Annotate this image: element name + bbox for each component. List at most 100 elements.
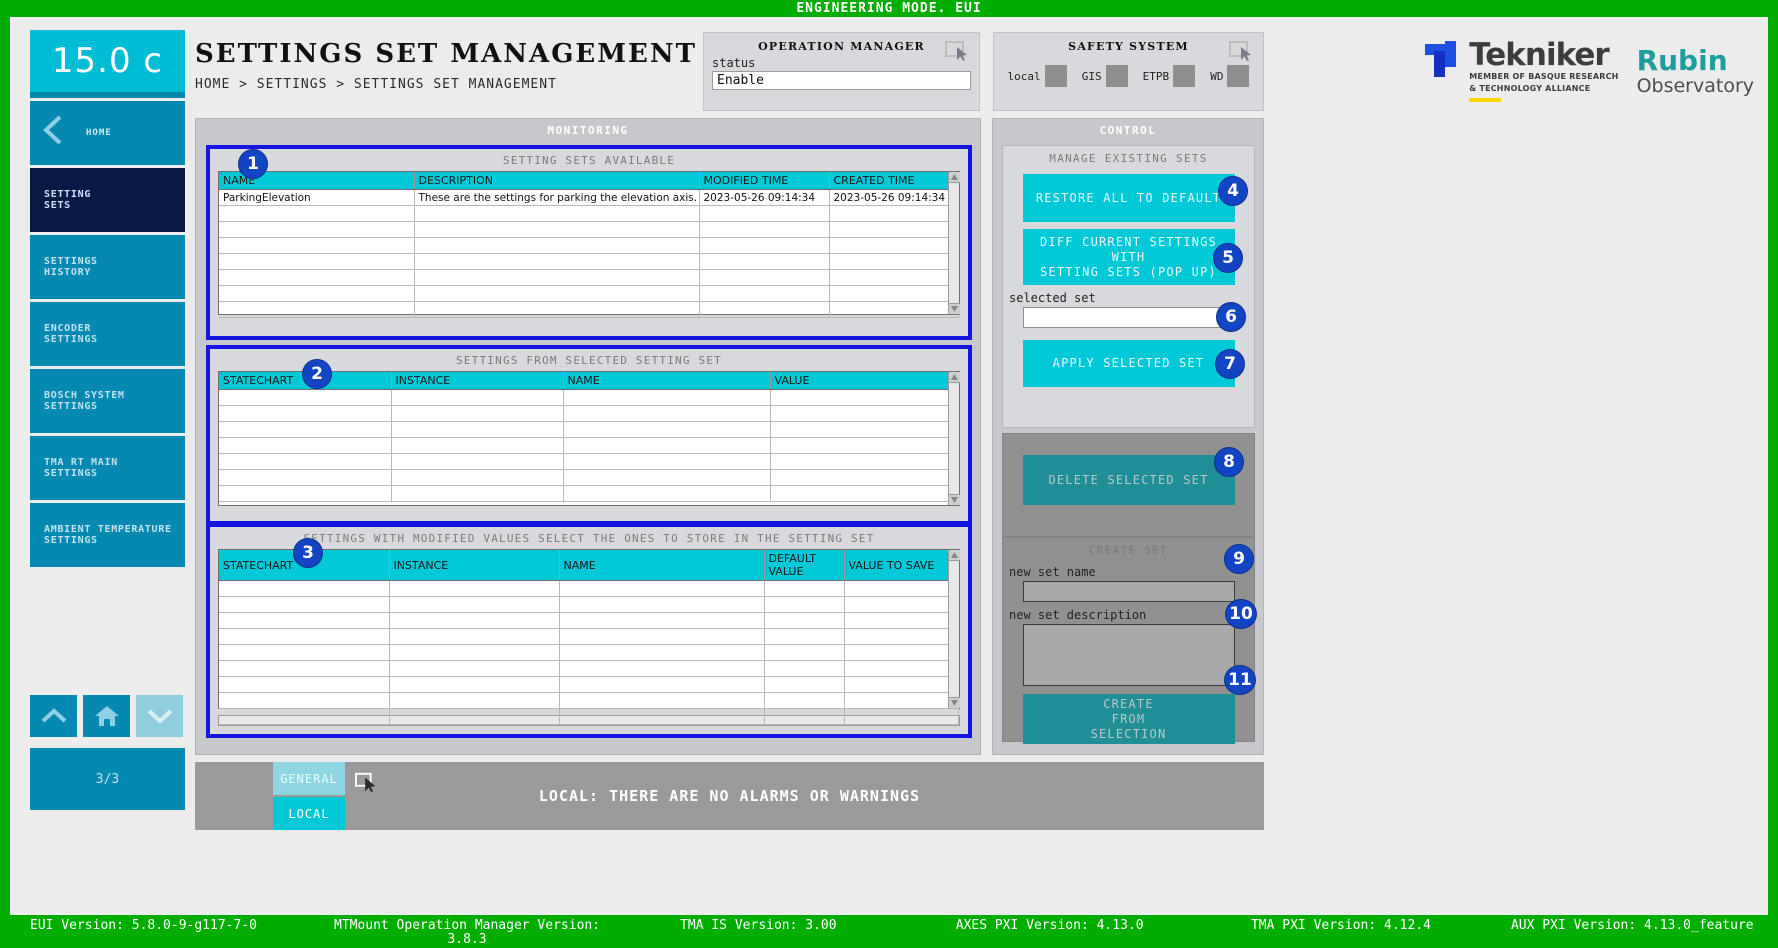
scroll-down-icon[interactable] (949, 697, 960, 708)
sidebar-item-settings-history[interactable]: SETTINGS HISTORY (30, 235, 185, 299)
alarm-cursor-select-icon[interactable] (355, 772, 379, 794)
selected-set-input[interactable] (1022, 307, 1235, 328)
table-row[interactable] (219, 269, 959, 286)
sidebar-item-home-label: HOME (86, 128, 112, 138)
vertical-scrollbar[interactable] (948, 550, 960, 708)
callout-badge-10: 10 (1225, 599, 1257, 629)
sidebar-item-home[interactable]: HOME (30, 101, 185, 165)
temperature-underline (30, 92, 185, 98)
apply-selected-set-button[interactable]: APPLY SELECTED SET (1022, 340, 1235, 387)
column-header-name[interactable]: NAME (559, 550, 765, 581)
new-set-name-input[interactable] (1022, 581, 1235, 602)
alarm-bar: LOCAL: THERE ARE NO ALARMS OR WARNINGS G… (195, 762, 1264, 842)
sidebar: 15.0 c HOME SETTING SETS SETTINGS HISTOR… (30, 30, 185, 905)
create-line3: SELECTION (1090, 726, 1167, 741)
safety-indicator-wd-led (1227, 65, 1250, 87)
table-row[interactable] (219, 389, 959, 406)
column-header-created-time[interactable]: CREATED TIME (829, 172, 959, 190)
table-row[interactable] (219, 285, 959, 302)
table-row[interactable] (219, 708, 959, 725)
sidebar-item-bosch-system-settings[interactable]: BOSCH SYSTEM SETTINGS (30, 369, 185, 433)
column-header-value[interactable]: VALUE (770, 372, 959, 390)
callout-badge-7: 7 (1215, 349, 1245, 379)
tab-general[interactable]: GENERAL (273, 762, 345, 795)
table-row[interactable] (219, 644, 959, 661)
column-header-default-value[interactable]: DEFAULT VALUE (764, 550, 845, 581)
table-row[interactable] (219, 676, 959, 693)
table-row[interactable] (219, 221, 959, 238)
sidebar-item-tma-rt-main-settings-line1: TMA RT MAIN (44, 457, 118, 468)
safety-indicator-gis-label: GIS (1081, 69, 1102, 83)
home-button[interactable] (83, 695, 130, 737)
safety-indicator-etpb-label: ETPB (1142, 69, 1170, 83)
create-from-selection-button[interactable]: CREATE FROM SELECTION (1022, 694, 1235, 744)
table-row[interactable] (219, 612, 959, 629)
new-set-description-input[interactable] (1022, 624, 1235, 686)
table-row[interactable] (219, 692, 959, 709)
delete-selected-set-button[interactable]: DELETE SELECTED SET (1022, 455, 1235, 505)
safety-cursor-select-icon[interactable] (1229, 41, 1255, 61)
table-row[interactable] (219, 253, 959, 270)
safety-indicator-local: local (1008, 65, 1067, 87)
restore-all-to-default-button[interactable]: RESTORE ALL TO DEFAULT (1022, 174, 1235, 222)
table-row[interactable] (219, 469, 959, 486)
column-header-name[interactable]: NAME (563, 372, 771, 390)
table-row[interactable] (219, 205, 959, 222)
chevron-down-icon (146, 707, 174, 725)
table-row[interactable] (219, 301, 959, 318)
column-header-modified-time[interactable]: MODIFIED TIME (699, 172, 830, 190)
sidebar-item-ambient-temperature-settings[interactable]: AMBIENT TEMPERATURE SETTINGS (30, 503, 185, 567)
scroll-down-icon[interactable] (949, 494, 960, 505)
setting-sets-available-grid[interactable]: NAME DESCRIPTION MODIFIED TIME CREATED T… (218, 171, 960, 318)
table-row[interactable] (219, 437, 959, 454)
sidebar-item-bosch-system-settings-line1: BOSCH SYSTEM (44, 390, 125, 401)
monitoring-title: MONITORING (547, 124, 629, 137)
page-down-button[interactable] (136, 695, 183, 737)
tab-local[interactable]: LOCAL (273, 797, 345, 830)
scroll-up-icon[interactable] (949, 372, 960, 383)
sidebar-item-tma-rt-main-settings[interactable]: TMA RT MAIN SETTINGS (30, 436, 185, 500)
settings-modified-caption: SETTINGS WITH MODIFIED VALUES SELECT THE… (303, 532, 875, 545)
breadcrumb: HOME > SETTINGS > SETTINGS SET MANAGEMEN… (195, 77, 557, 92)
column-header-value-to-save[interactable]: VALUE TO SAVE (844, 550, 959, 581)
scroll-down-icon[interactable] (949, 303, 960, 314)
tekniker-sub-line2: & TECHNOLOGY ALLIANCE (1469, 84, 1591, 93)
column-header-instance[interactable]: INSTANCE (389, 550, 560, 581)
table-row[interactable]: ParkingElevation These are the settings … (219, 189, 959, 206)
table-row[interactable] (219, 485, 959, 502)
sidebar-item-bosch-system-settings-line2: SETTINGS (44, 401, 98, 412)
table-row[interactable] (219, 405, 959, 422)
vertical-scrollbar[interactable] (948, 372, 960, 505)
sidebar-item-encoder-settings[interactable]: ENCODER SETTINGS (30, 302, 185, 366)
callout-badge-6: 6 (1216, 302, 1246, 332)
table-row[interactable] (219, 580, 959, 597)
control-title: CONTROL (1099, 124, 1157, 137)
scroll-up-icon[interactable] (949, 172, 960, 183)
delete-selected-set-label: DELETE SELECTED SET (1048, 472, 1209, 487)
setting-sets-available-block: SETTING SETS AVAILABLE NAME DESCRIPTION … (206, 145, 972, 340)
sidebar-item-setting-sets[interactable]: SETTING SETS (30, 168, 185, 232)
column-header-description[interactable]: DESCRIPTION (414, 172, 700, 190)
table-row[interactable] (219, 660, 959, 677)
sidebar-item-tma-rt-main-settings-line2: SETTINGS (44, 468, 98, 479)
sidebar-item-encoder-settings-line2: SETTINGS (44, 334, 98, 345)
table-row[interactable] (219, 237, 959, 254)
page-up-button[interactable] (30, 695, 77, 737)
table-row[interactable] (219, 421, 959, 438)
table-row[interactable] (219, 453, 959, 470)
table-row[interactable] (219, 628, 959, 645)
sidebar-item-settings-history-line2: HISTORY (44, 267, 92, 278)
cursor-select-icon[interactable] (945, 41, 971, 61)
version-axes-pxi: AXES PXI Version: 4.13.0 (955, 918, 1144, 933)
table-row[interactable] (219, 596, 959, 613)
engineering-mode-label: ENGINEERING MODE. EUI (796, 1, 982, 16)
scroll-up-icon[interactable] (949, 550, 960, 561)
settings-modified-grid[interactable]: STATECHART INSTANCE NAME DEFAULT VALUE V… (218, 549, 960, 725)
diff-current-settings-button[interactable]: DIFF CURRENT SETTINGS WITH SETTING SETS … (1022, 229, 1235, 285)
tekniker-sub-line1: MEMBER OF BASQUE RESEARCH (1469, 72, 1619, 81)
vertical-scrollbar[interactable] (948, 172, 960, 314)
column-header-instance[interactable]: INSTANCE (391, 372, 564, 390)
tekniker-logo: Tekniker MEMBER OF BASQUE RESEARCH & TEC… (1423, 40, 1618, 102)
settings-from-selected-grid[interactable]: STATECHART INSTANCE NAME VALUE (218, 371, 960, 506)
safety-indicator-row: local GIS ETPB WD (994, 53, 1263, 87)
